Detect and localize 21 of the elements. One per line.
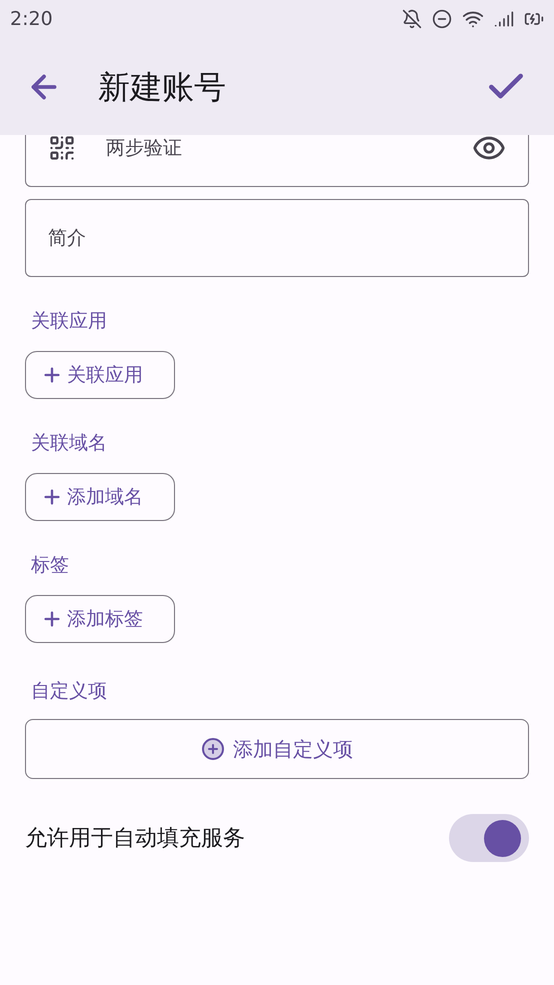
autofill-label: 允许用于自动填充服务 (25, 824, 245, 852)
add-button[interactable]: 关联应用 (25, 351, 175, 399)
do-not-disturb-icon (432, 9, 452, 29)
add-custom-button[interactable]: 添加自定义项 (25, 719, 529, 779)
add-button[interactable]: 添加域名 (25, 473, 175, 521)
text-input[interactable]: 两步验证 (106, 135, 442, 162)
section-label: 自定义项 (31, 679, 108, 704)
input-field[interactable]: 两步验证 (25, 135, 529, 187)
page-title: 新建账号 (98, 66, 227, 108)
signal-icon (494, 9, 514, 29)
status-time: 2:20 (10, 6, 53, 32)
notifications-off-icon (402, 9, 422, 29)
plus-circle-icon (201, 737, 225, 761)
qr-code-icon (48, 135, 76, 162)
section-label: 标签 (31, 553, 70, 578)
autofill-switch[interactable] (449, 814, 529, 862)
text-input[interactable]: 简介 (48, 224, 506, 252)
section-label: 关联应用 (31, 309, 108, 334)
section-label: 关联域名 (31, 431, 108, 456)
input-field[interactable]: 简介 (25, 199, 529, 277)
add-button[interactable]: 添加标签 (25, 595, 175, 643)
